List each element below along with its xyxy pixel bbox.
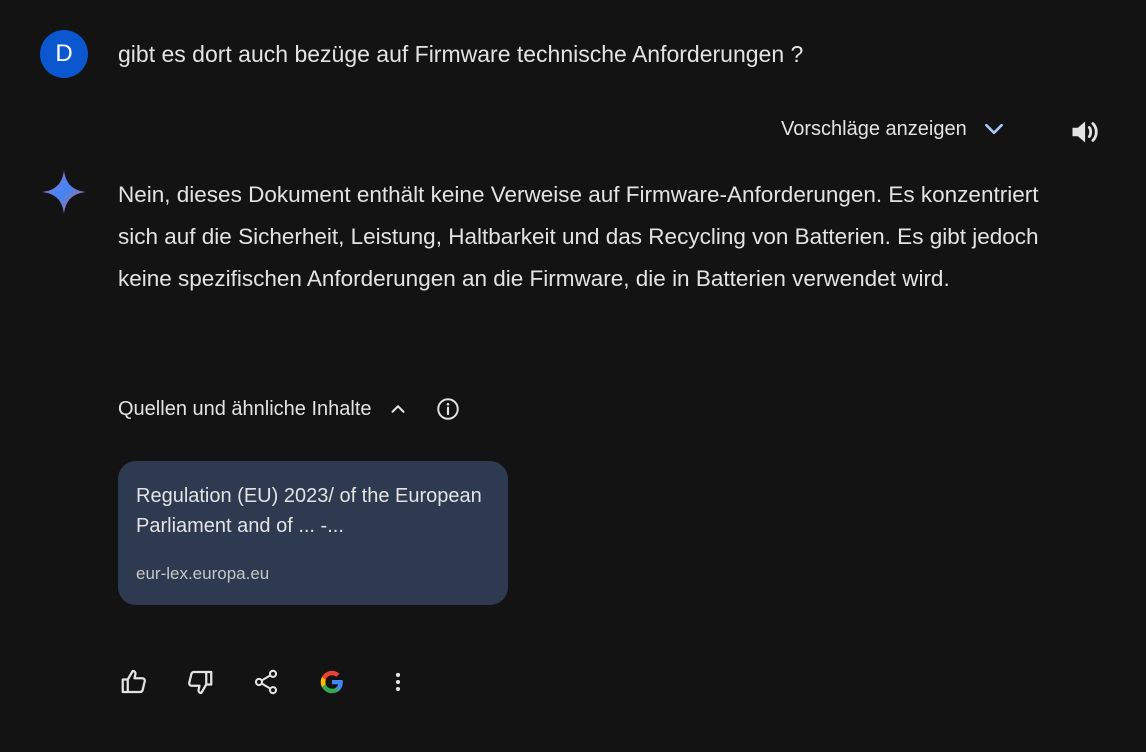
thumbs-up-icon [121, 669, 146, 694]
speaker-icon[interactable] [1068, 114, 1104, 150]
share-button[interactable] [244, 660, 288, 704]
google-icon [320, 670, 343, 694]
thumbs-down-icon [188, 670, 213, 695]
user-avatar[interactable]: D [40, 30, 88, 78]
info-icon[interactable] [435, 396, 461, 422]
more-vert-icon [395, 672, 401, 692]
double-check-google-button[interactable] [310, 660, 354, 704]
sources-header: Quellen und ähnliche Inhalte [118, 396, 461, 422]
thumbs-down-button[interactable] [178, 660, 222, 704]
gemini-sparkle-icon [42, 170, 86, 214]
chat-view: D gibt es dort auch bezüge auf Firmware … [0, 0, 1146, 752]
response-text: Nein, dieses Dokument enthält keine Verw… [118, 182, 1039, 291]
sources-label: Quellen und ähnliche Inhalte [118, 397, 372, 420]
source-card[interactable]: Regulation (EU) 2023/ of the European Pa… [118, 461, 508, 605]
source-title: Regulation (EU) 2023/ of the European Pa… [136, 485, 482, 537]
thumbs-up-button[interactable] [112, 660, 156, 704]
user-query: gibt es dort auch bezüge auf Firmware te… [118, 41, 804, 67]
show-suggestions-button[interactable]: Vorschläge anzeigen [781, 116, 1007, 142]
source-domain: eur-lex.europa.eu [136, 564, 270, 583]
avatar-letter: D [55, 40, 73, 67]
more-options-button[interactable] [376, 660, 420, 704]
suggestions-label: Vorschläge anzeigen [781, 117, 967, 140]
share-icon [254, 669, 278, 695]
chevron-up-icon[interactable] [387, 398, 409, 420]
chevron-down-icon [984, 123, 1003, 135]
